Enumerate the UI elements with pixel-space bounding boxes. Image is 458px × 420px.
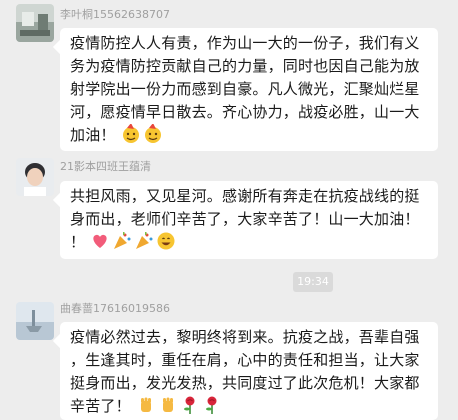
party-face-emoji bbox=[122, 124, 139, 143]
message-bubble[interactable]: 疫情防控人人有责，作为山一大的一份子，我们有义 务为疫情防控贡献自己的力量，同时… bbox=[60, 28, 438, 151]
message-text-line: 共担风雨，又见星河。感谢所有奔走在抗疫战线的挺 bbox=[70, 187, 420, 205]
avatar[interactable] bbox=[16, 302, 54, 340]
message-last-line: ！ bbox=[70, 231, 428, 254]
message-bubble[interactable]: 共担风雨，又见星河。感谢所有奔走在抗疫战线的挺 身而出，老师们辛苦了，大家辛苦了… bbox=[60, 181, 438, 259]
message-text-line: 射学院出一份力而感到自豪。凡人微光，汇聚灿烂星 bbox=[70, 80, 420, 98]
message-bubble[interactable]: 疫情必然过去，黎明终将到来。抗疫之战，吾辈自强 ，生逢其时，重任在肩，心中的责任… bbox=[60, 322, 438, 420]
message-text-line: 河，愿疫情早日散去。齐心协力，战疫必胜，山一大 bbox=[70, 103, 420, 121]
message-text-line: ！ bbox=[70, 233, 86, 251]
heart-emoji bbox=[93, 234, 107, 248]
sender-name: 21影本四班王蕴清 bbox=[60, 160, 151, 173]
message-text-line: 疫情防控人人有责，作为山一大的一份子，我们有义 bbox=[70, 34, 420, 52]
raised-fist-emoji bbox=[140, 397, 151, 412]
smile-emoji bbox=[157, 232, 175, 250]
chat-window: 李叶桐15562638707 疫情防控人人有责，作为山一大的一份子，我们有义 务… bbox=[0, 0, 458, 420]
message-text-line: 身而出，老师们辛苦了，大家辛苦了！山一大加油！ bbox=[70, 210, 420, 228]
rose-emoji bbox=[183, 396, 195, 414]
message-text-line: 疫情必然过去，黎明终将到来。抗疫之战，吾辈自强 bbox=[70, 328, 420, 346]
sender-name: 李叶桐15562638707 bbox=[60, 8, 170, 21]
avatar[interactable] bbox=[16, 4, 54, 42]
message-text-line: 加油！ bbox=[70, 126, 116, 144]
party-popper-emoji bbox=[136, 232, 153, 249]
message-text-line: 务为疫情防控贡献自己的力量，同时也因自己能为放 bbox=[70, 57, 420, 75]
message-last-line: 辛苦了！ bbox=[70, 395, 428, 418]
raised-fist-emoji bbox=[162, 397, 173, 412]
timestamp-chip: 19:34 bbox=[293, 272, 333, 292]
rose-emoji bbox=[205, 396, 217, 414]
message-text-line: ，生逢其时，重任在肩，心中的责任和担当，让大家 bbox=[70, 351, 420, 369]
message-text-line: 挺身而出，发光发热，共同度过了此次危机！大家都 bbox=[70, 374, 420, 392]
avatar[interactable] bbox=[16, 158, 54, 196]
message-text-line: 辛苦了！ bbox=[70, 397, 131, 415]
party-popper-emoji bbox=[114, 232, 131, 249]
party-face-emoji bbox=[144, 124, 161, 143]
message-last-line: 加油！ bbox=[70, 124, 428, 147]
sender-name: 曲春蔷17616019586 bbox=[60, 302, 170, 315]
